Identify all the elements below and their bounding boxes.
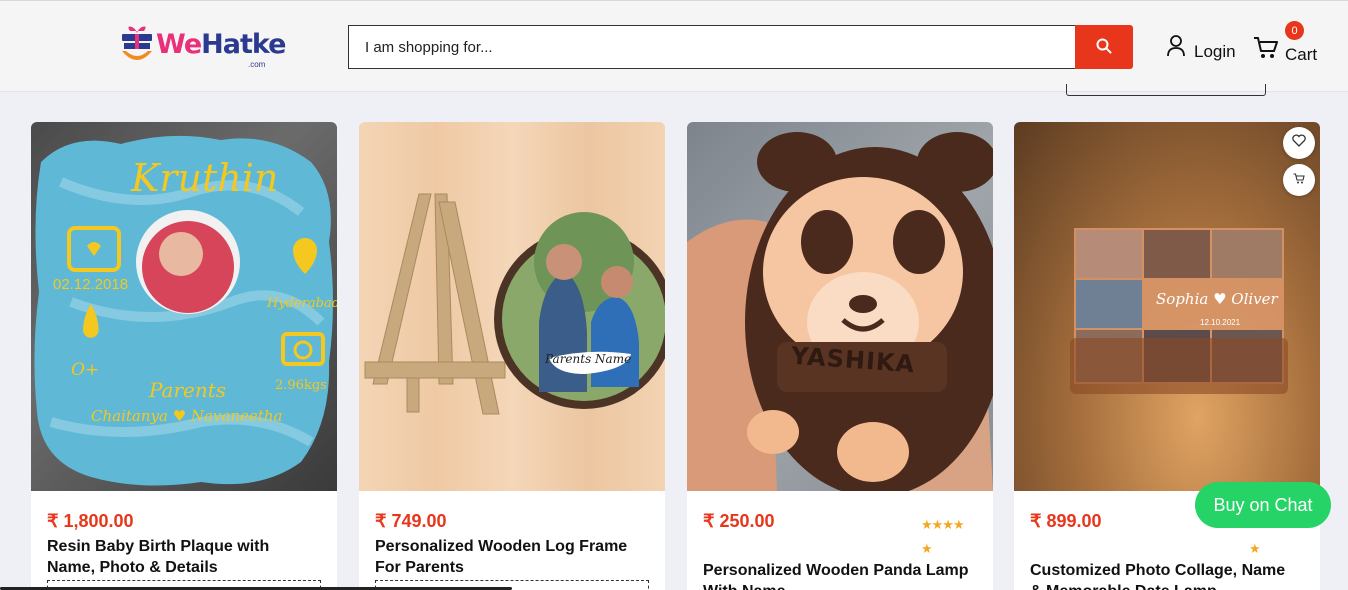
image-text-city: Hyderabad xyxy=(267,296,337,311)
image-text-name: Kruthin xyxy=(131,156,279,200)
cart-icon xyxy=(1253,36,1279,65)
user-icon xyxy=(1166,35,1186,62)
login-label: Login xyxy=(1194,41,1236,61)
buy-on-chat-button[interactable]: Buy on Chat xyxy=(1195,482,1331,528)
logo-text: WeHatke xyxy=(156,23,286,67)
gift-logo-icon xyxy=(120,25,154,63)
logo-we: We xyxy=(156,29,202,60)
product-image[interactable]: Sophia ♥ Oliver 12.10.2021 xyxy=(1014,122,1320,491)
product-price: ₹ 749.00 xyxy=(375,511,447,531)
logo-sub: .com xyxy=(248,60,266,69)
image-text-parents-names: Chaitanya ♥ Navaneetha xyxy=(91,407,283,425)
product-price: ₹ 899.00 xyxy=(1030,511,1102,531)
half-star-icon: ★ xyxy=(1249,541,1261,556)
product-price: ₹ 250.00 xyxy=(703,511,775,531)
search-input[interactable] xyxy=(348,25,1075,69)
image-text-blood: O+ xyxy=(71,360,100,380)
product-image[interactable]: YASHIKA xyxy=(687,122,993,491)
cart-label: Cart xyxy=(1285,45,1318,64)
image-text-parents-label: Parents xyxy=(149,378,227,402)
cart-link[interactable]: 0 Cart xyxy=(1253,21,1318,65)
product-price: ₹ 1,800.00 xyxy=(47,511,134,531)
search-button[interactable] xyxy=(1075,25,1133,69)
product-image[interactable]: Kruthin 02.12.2018 Hyderabad O+ 2.96kgs … xyxy=(31,122,337,491)
search-bar xyxy=(348,25,1133,69)
product-card[interactable]: YASHIKA ₹ 250.00 ★★★★ ★ Personalized Woo… xyxy=(687,122,993,590)
product-title[interactable]: Personalized Wooden Panda Lamp With Name xyxy=(703,560,973,590)
site-header: WeHatke .com Login 0 Cart xyxy=(0,0,1348,92)
product-title[interactable]: Personalized Wooden Log Frame For Parent… xyxy=(375,536,645,578)
product-title[interactable]: Resin Baby Birth Plaque with Name, Photo… xyxy=(47,536,317,578)
image-text-tag: Parents Name xyxy=(545,352,632,366)
login-link[interactable]: Login xyxy=(1166,35,1236,62)
cart-count-badge: 0 xyxy=(1285,21,1304,40)
heart-icon xyxy=(1292,134,1306,152)
wishlist-button[interactable] xyxy=(1283,127,1315,159)
logo[interactable]: WeHatke .com xyxy=(120,23,286,71)
logo-hatke: Hatke xyxy=(201,29,286,60)
add-to-cart-icon xyxy=(1293,171,1305,189)
image-text-date: 02.12.2018 xyxy=(53,276,129,293)
product-card[interactable]: Kruthin 02.12.2018 Hyderabad O+ 2.96kgs … xyxy=(31,122,337,590)
image-text-weight: 2.96kgs xyxy=(275,378,327,393)
sort-dropdown[interactable] xyxy=(1066,84,1266,96)
product-card[interactable]: Parents Name ₹ 749.00 Personalized Woode… xyxy=(359,122,665,590)
product-title[interactable]: Customized Photo Collage, Name & Memorab… xyxy=(1030,560,1300,590)
image-text-date: 12.10.2021 xyxy=(1200,318,1241,327)
product-image[interactable]: Parents Name xyxy=(359,122,665,491)
search-icon xyxy=(1096,38,1112,57)
image-text-names: Sophia ♥ Oliver xyxy=(1156,290,1278,308)
rating-stars: ★★★★ xyxy=(921,517,965,532)
add-to-cart-button[interactable] xyxy=(1283,164,1315,196)
half-star-icon: ★ xyxy=(921,541,933,556)
